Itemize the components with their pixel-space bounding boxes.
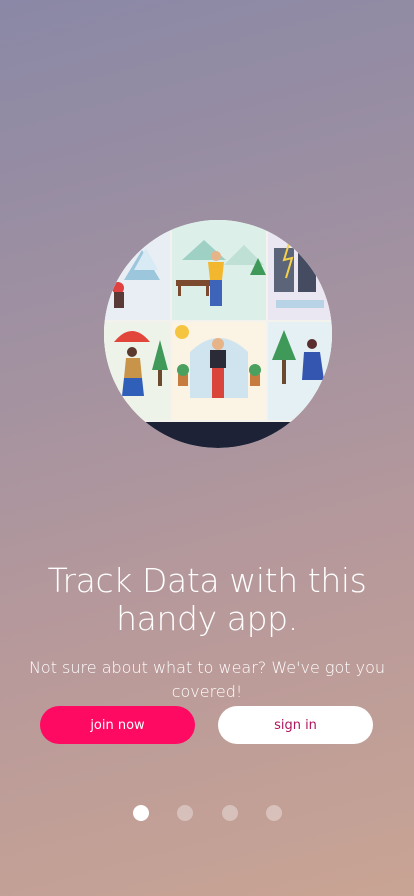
sign-in-button[interactable]: sign in <box>218 706 373 744</box>
page-dot-4[interactable] <box>266 805 282 821</box>
onboarding-title: Track Data with this handy app. <box>47 561 367 638</box>
pagination-dots <box>0 805 414 821</box>
page-dot-1[interactable] <box>133 805 149 821</box>
page-dot-3[interactable] <box>222 805 238 821</box>
onboarding-subtitle: Not sure about what to wear? We've got y… <box>28 658 386 701</box>
weather-collage-icon <box>104 220 332 448</box>
onboarding-illustration <box>104 220 332 448</box>
page-dot-2[interactable] <box>177 805 193 821</box>
join-now-button[interactable]: join now <box>40 706 195 744</box>
